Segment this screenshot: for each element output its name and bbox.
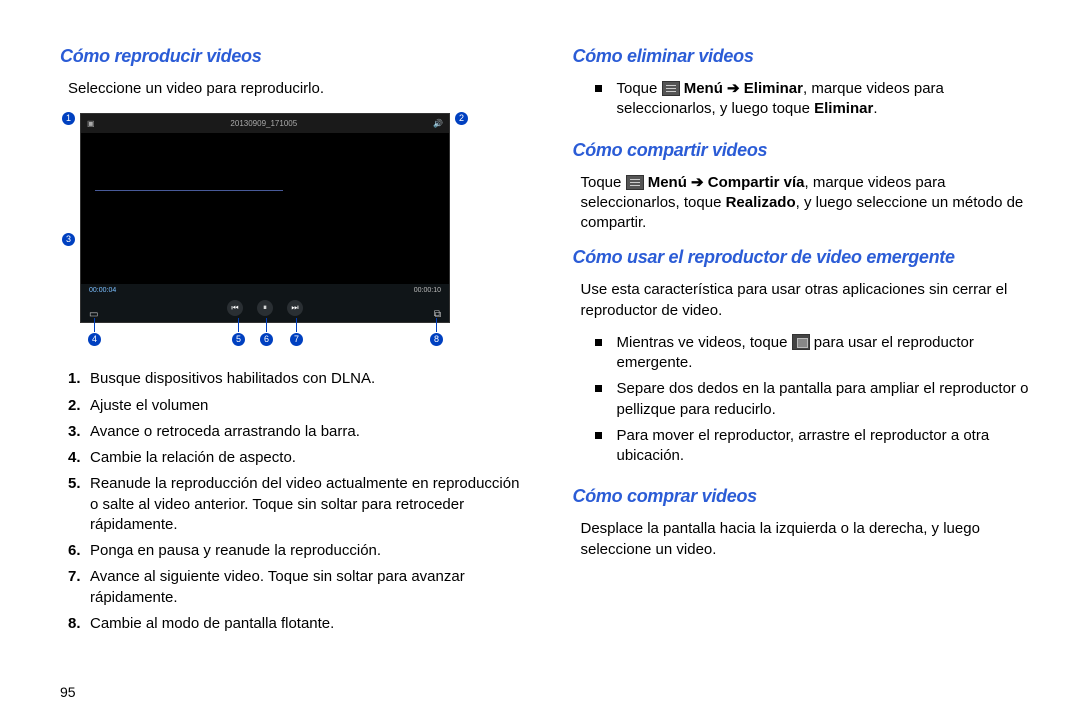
list-item: Toque Menú ➔ Eliminar, marque videos par… [595,79,1041,120]
text: Toque [617,80,662,97]
list-item: Ponga en pausa y reanude la reproducción… [68,541,528,561]
list-item: Cambie al modo de pantalla flotante. [68,614,528,634]
list-item: Para mover el reproductor, arrastre el r… [595,426,1041,467]
callout-2: 2 [455,112,468,125]
heading-delete-videos: Cómo eliminar videos [573,46,1041,67]
volume-icon: 🔊 [433,119,443,128]
text: Toque [581,174,626,191]
menu-icon [626,175,644,190]
heading-play-videos: Cómo reproducir videos [60,46,528,67]
popup-player-icon [792,334,810,350]
prev-button: ⏮ [227,300,243,316]
list-item: Ajuste el volumen [68,396,528,416]
intro-play: Seleccione un video para reproducirlo. [68,79,528,99]
heading-buy-videos: Cómo comprar videos [573,486,1041,507]
share-paragraph: Toque Menú ➔ Compartir vía, marque video… [581,173,1041,234]
video-player-figure: 1 2 3 ▣ 20130909_171005 🔊 00:00:04 00:00… [80,113,450,351]
popup-list: Mientras ve videos, toque para usar el r… [595,333,1041,473]
callout-1: 1 [62,112,75,125]
pause-button: ⏸ [257,300,273,316]
heading-share-videos: Cómo compartir videos [573,140,1041,161]
popup-intro: Use esta característica para usar otras … [581,280,1041,321]
callout-5: 5 [232,333,245,346]
callout-7: 7 [290,333,303,346]
menu-label: Menú [680,80,728,97]
player-filename: 20130909_171005 [230,119,297,128]
delete-list: Toque Menú ➔ Eliminar, marque videos par… [595,79,1041,126]
action-label: Eliminar [740,80,803,97]
buy-paragraph: Desplace la pantalla hacia la izquierda … [581,519,1041,560]
done-label: Realizado [726,194,796,211]
list-item: Mientras ve videos, toque para usar el r… [595,333,1041,374]
list-item: Avance o retroceda arrastrando la barra. [68,422,528,442]
video-player: ▣ 20130909_171005 🔊 00:00:04 00:00:10 ▭ … [80,113,450,323]
menu-label: Menú [644,174,692,191]
callouts-below: 4 5 6 7 8 [80,323,450,351]
dlna-icon: ▣ [87,119,95,128]
action-label: Compartir vía [704,174,805,191]
list-item: Separe dos dedos en la pantalla para amp… [595,379,1041,420]
popup-mode-icon: ⧉ [434,309,441,320]
player-controls-bar: 00:00:04 00:00:10 ▭ ⏮ ⏸ ⏭ ⧉ [81,284,449,322]
list-item: Cambie la relación de aspecto. [68,448,528,468]
text: . [873,100,877,117]
list-item: Reanude la reproducción del video actual… [68,474,528,535]
right-column: Cómo eliminar videos Toque Menú ➔ Elimin… [558,40,1051,700]
callout-4: 4 [88,333,101,346]
page-number: 95 [60,670,528,700]
menu-icon [662,81,680,96]
heading-popup-player: Cómo usar el reproductor de video emerge… [573,247,1041,268]
callout-3: 3 [62,233,75,246]
arrow-icon: ➔ [691,174,704,191]
left-column: Cómo reproducir videos Seleccione un vid… [60,40,558,700]
text: Mientras ve videos, toque [617,334,792,351]
steps-list: Busque dispositivos habilitados con DLNA… [68,369,528,640]
list-item: Busque dispositivos habilitados con DLNA… [68,369,528,389]
player-titlebar: ▣ 20130909_171005 🔊 [81,114,449,132]
list-item: Avance al siguiente video. Toque sin sol… [68,567,528,608]
time-elapsed: 00:00:04 [89,287,116,294]
callout-8: 8 [430,333,443,346]
player-viewport [81,132,449,284]
callout-6: 6 [260,333,273,346]
time-total: 00:00:10 [414,287,441,294]
final-label: Eliminar [814,100,873,117]
seek-guide-line [95,190,283,191]
next-button: ⏭ [287,300,303,316]
arrow-icon: ➔ [727,80,740,97]
